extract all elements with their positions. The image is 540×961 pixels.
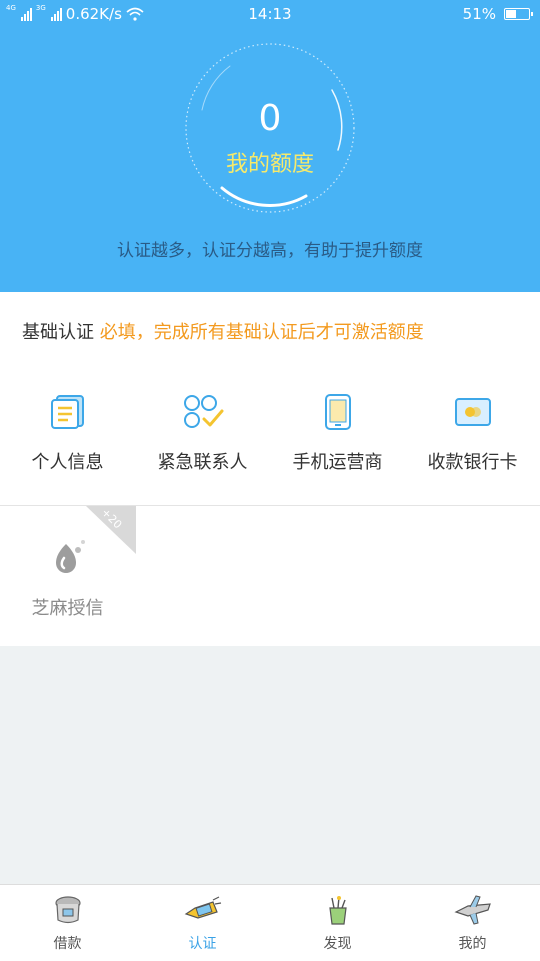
quota-label: 我的额度 (225, 152, 314, 177)
emergency-contact-icon (183, 395, 223, 428)
verify-icon (184, 896, 221, 919)
status-right: 51% (462, 5, 533, 23)
item-emergency-contact[interactable]: 紧急联系人 (135, 392, 270, 474)
tab-verify[interactable]: 认证 (135, 885, 270, 961)
required-note: 必填，完成所有基础认证后才可激活额度 (99, 322, 424, 343)
status-bar: 4G 3G 0.62K/s 14:13 51% (0, 0, 540, 28)
personal-info-icon (50, 395, 84, 429)
bonus-ribbon: +20 (86, 506, 136, 554)
clock: 14:13 (248, 5, 292, 23)
sesame-credit-icon (55, 540, 85, 573)
tab-discover[interactable]: 发现 (270, 885, 405, 961)
basic-title: 基础认证 必填，完成所有基础认证后才可激活额度 (22, 318, 424, 344)
bank-card-icon (454, 398, 491, 426)
quota-header: 0 我的额度 认证越多，认证分越高，有助于提升额度 (0, 28, 540, 292)
bottom-tab-bar: 借款 认证 发现 我的 (0, 884, 540, 961)
tab-loan[interactable]: 借款 (0, 885, 135, 961)
quota-value: 0 (258, 98, 282, 139)
battery-percent: 51% (462, 5, 496, 23)
item-label: 个人信息 (31, 452, 104, 473)
item-label: 芝麻授信 (31, 598, 104, 619)
tab-mine[interactable]: 我的 (405, 885, 540, 961)
item-label: 紧急联系人 (157, 452, 248, 473)
item-bank-card[interactable]: 收款银行卡 (405, 392, 540, 474)
tab-label: 发现 (323, 936, 352, 952)
item-label: 手机运营商 (292, 452, 383, 473)
mine-icon (453, 895, 491, 925)
quota-hint: 认证越多，认证分越高，有助于提升额度 (117, 241, 423, 261)
tab-label: 借款 (53, 936, 82, 952)
discover-icon (328, 896, 347, 925)
basic-verification-card: 基础认证 必填，完成所有基础认证后才可激活额度 个人信息 紧急联系人 手机运营商… (0, 292, 540, 506)
tab-label: 我的 (458, 936, 487, 952)
item-label: 收款银行卡 (427, 452, 518, 473)
basic-title-text: 基础认证 (22, 322, 94, 343)
loan-icon (54, 896, 81, 924)
battery-fill (506, 10, 516, 18)
item-personal-info[interactable]: 个人信息 (0, 392, 135, 474)
basic-items: 个人信息 紧急联系人 手机运营商 收款银行卡 (0, 392, 540, 474)
battery-icon (504, 8, 533, 20)
quota-ring: 0 我的额度 (182, 40, 358, 216)
mobile-carrier-icon (324, 394, 351, 430)
tab-label: 认证 (188, 936, 217, 952)
item-mobile-carrier[interactable]: 手机运营商 (270, 392, 405, 474)
extra-verification-card: 芝麻授信 +20 (0, 506, 540, 646)
